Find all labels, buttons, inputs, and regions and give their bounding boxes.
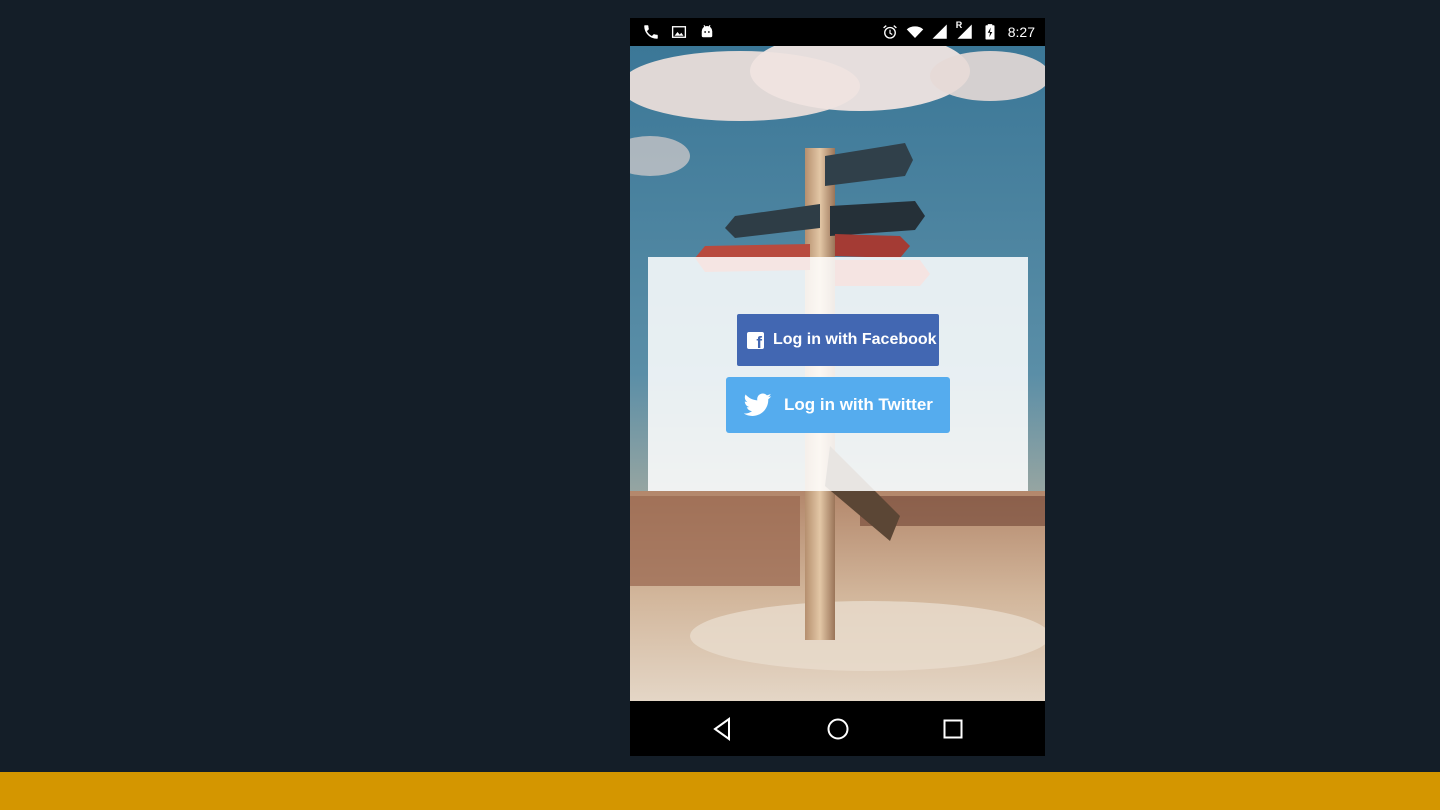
wifi-icon bbox=[906, 26, 923, 38]
login-screen: f Log in with Facebook Log in with Twitt… bbox=[630, 46, 1045, 701]
battery-charging-icon bbox=[985, 24, 995, 40]
alarm-icon bbox=[882, 25, 897, 39]
image-icon bbox=[671, 26, 687, 38]
status-bar-system: R 8:27 bbox=[881, 20, 1035, 41]
back-icon[interactable] bbox=[710, 716, 736, 742]
footer-band bbox=[0, 772, 1440, 810]
status-time: 8:27 bbox=[1007, 24, 1035, 40]
facebook-icon-letter: f bbox=[756, 332, 762, 352]
android-icon bbox=[701, 24, 713, 38]
status-bar-notifications bbox=[642, 23, 716, 41]
phone-icon bbox=[644, 25, 658, 39]
signal-icon bbox=[932, 24, 947, 39]
status-bar: R 8:27 bbox=[630, 18, 1045, 46]
recents-icon[interactable] bbox=[940, 716, 966, 742]
twitter-login-label: Log in with Twitter bbox=[784, 395, 933, 414]
facebook-icon: f bbox=[747, 331, 764, 352]
phone-frame: R 8:27 f Log in with Facebook Log in wit… bbox=[630, 18, 1045, 756]
facebook-login-label: Log in with Facebook bbox=[773, 331, 937, 348]
android-nav-bar bbox=[630, 701, 1045, 756]
twitter-bird-icon bbox=[744, 393, 772, 416]
roaming-signal-icon: R bbox=[955, 20, 974, 41]
facebook-login-button[interactable]: f Log in with Facebook bbox=[737, 314, 939, 366]
login-card: f Log in with Facebook Log in with Twitt… bbox=[648, 257, 1028, 491]
roaming-label: R bbox=[955, 20, 963, 30]
home-icon[interactable] bbox=[825, 716, 851, 742]
twitter-login-button[interactable]: Log in with Twitter bbox=[726, 377, 950, 433]
